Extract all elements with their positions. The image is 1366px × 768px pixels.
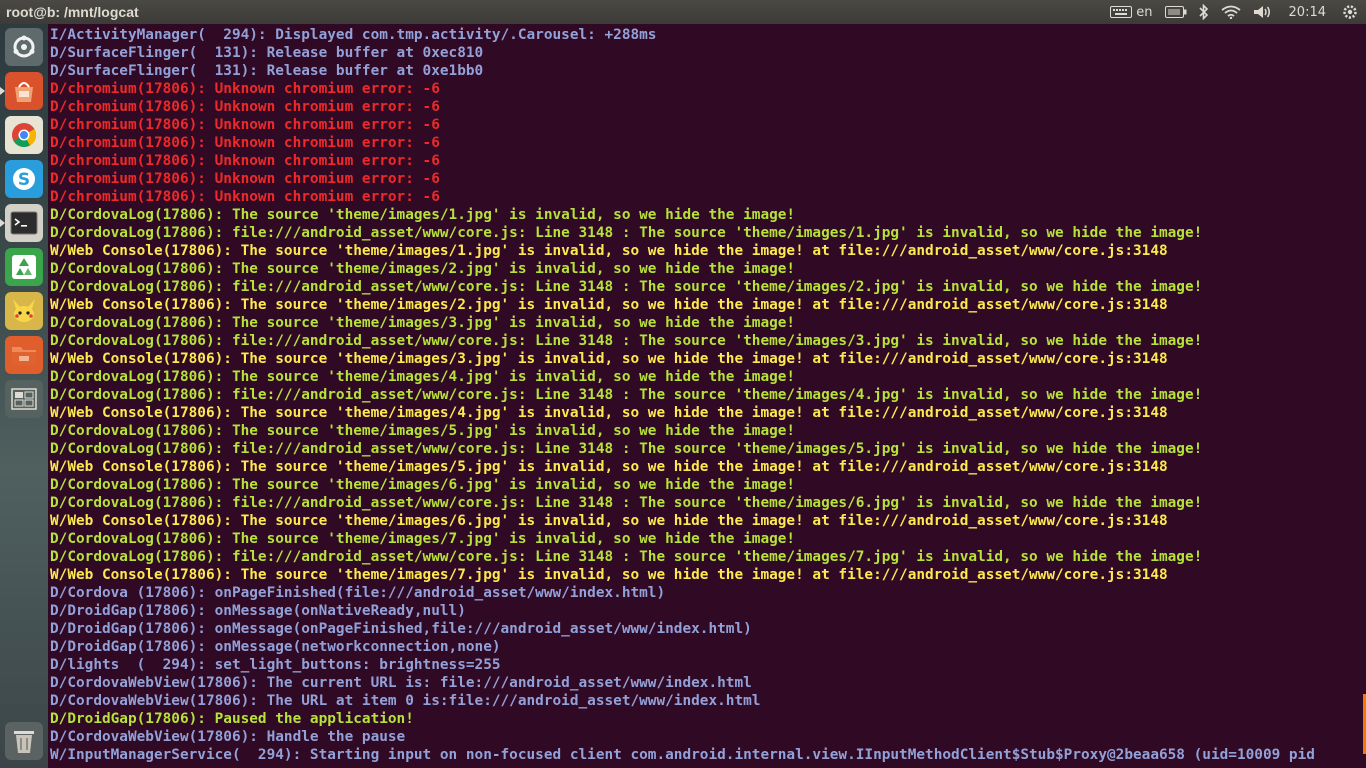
log-line: W/Web Console(17806): The source 'theme/… — [50, 351, 1168, 367]
log-line: D/SurfaceFlinger( 131): Release buffer a… — [50, 63, 484, 79]
keyboard-layout-indicator[interactable]: en — [1136, 0, 1152, 24]
log-line: D/CordovaWebView(17806): The current URL… — [50, 675, 752, 691]
log-line: I/ActivityManager( 294): Displayed com.t… — [50, 27, 657, 43]
log-line: D/CordovaWebView(17806): The URL at item… — [50, 693, 761, 709]
recycle-app-icon[interactable] — [5, 248, 43, 286]
dash-home-icon[interactable] — [5, 28, 43, 66]
keyboard-icon[interactable] — [1110, 0, 1133, 24]
session-gear-icon[interactable] — [1342, 0, 1358, 24]
battery-icon[interactable] — [1164, 0, 1187, 24]
terminal-icon[interactable] — [0, 204, 43, 242]
log-line: D/lights ( 294): set_light_buttons: brig… — [50, 657, 501, 673]
top-panel: root@b: /mnt/logcat en 20:14 — [0, 0, 1366, 24]
log-line: W/Web Console(17806): The source 'theme/… — [50, 567, 1168, 583]
volume-icon[interactable] — [1253, 0, 1273, 24]
log-line: D/CordovaLog(17806): file:///android_ass… — [50, 279, 1203, 295]
log-line: W/InputManagerService( 294): Starting in… — [50, 747, 1315, 763]
wifi-icon[interactable] — [1220, 0, 1241, 24]
svg-text:S: S — [18, 170, 30, 190]
files-folder-icon[interactable] — [5, 336, 43, 374]
software-center-icon[interactable] — [0, 72, 43, 110]
window-title: root@b: /mnt/logcat — [6, 4, 139, 20]
bluetooth-icon[interactable] — [1198, 0, 1209, 24]
log-line: D/Cordova (17806): onPageFinished(file:/… — [50, 585, 666, 601]
log-line: D/CordovaLog(17806): The source 'theme/i… — [50, 207, 796, 223]
launcher: S — [0, 24, 48, 768]
log-line: D/CordovaLog(17806): file:///android_ass… — [50, 495, 1203, 511]
log-line: D/CordovaWebView(17806): Handle the paus… — [50, 729, 406, 745]
log-line: D/SurfaceFlinger( 131): Release buffer a… — [50, 45, 484, 61]
log-line: D/CordovaLog(17806): The source 'theme/i… — [50, 261, 796, 277]
trash-icon[interactable] — [5, 722, 43, 760]
log-line: D/CordovaLog(17806): file:///android_ass… — [50, 333, 1203, 349]
log-line: D/CordovaLog(17806): The source 'theme/i… — [50, 423, 796, 439]
clock[interactable]: 20:14 — [1289, 0, 1326, 24]
log-line: D/chromium(17806): Unknown chromium erro… — [50, 189, 440, 205]
chrome-icon[interactable] — [5, 116, 43, 154]
terminal-window[interactable]: I/ActivityManager( 294): Displayed com.t… — [48, 24, 1366, 768]
log-line: D/DroidGap(17806): onMessage(onPageFinis… — [50, 621, 752, 637]
log-line: D/chromium(17806): Unknown chromium erro… — [50, 153, 440, 169]
log-line: D/CordovaLog(17806): The source 'theme/i… — [50, 315, 796, 331]
skype-icon[interactable]: S — [5, 160, 43, 198]
log-line: W/Web Console(17806): The source 'theme/… — [50, 243, 1168, 259]
log-line: D/DroidGap(17806): onMessage(networkconn… — [50, 639, 501, 655]
log-line: D/chromium(17806): Unknown chromium erro… — [50, 135, 440, 151]
log-line: W/Web Console(17806): The source 'theme/… — [50, 297, 1168, 313]
log-line: D/CordovaLog(17806): The source 'theme/i… — [50, 531, 796, 547]
log-line: W/Web Console(17806): The source 'theme/… — [50, 459, 1168, 475]
log-line: D/chromium(17806): Unknown chromium erro… — [50, 117, 440, 133]
pikachu-app-icon[interactable] — [5, 292, 43, 330]
log-line: D/chromium(17806): Unknown chromium erro… — [50, 171, 440, 187]
log-line: D/CordovaLog(17806): The source 'theme/i… — [50, 477, 796, 493]
log-line: D/DroidGap(17806): onMessage(onNativeRea… — [50, 603, 466, 619]
log-line: D/chromium(17806): Unknown chromium erro… — [50, 81, 440, 97]
workspace-switcher-icon[interactable] — [5, 380, 43, 418]
log-line: D/CordovaLog(17806): The source 'theme/i… — [50, 369, 796, 385]
indicator-area: en 20:14 — [1104, 0, 1366, 24]
log-line: W/Web Console(17806): The source 'theme/… — [50, 405, 1168, 421]
log-line: D/DroidGap(17806): Paused the applicatio… — [50, 711, 414, 727]
log-line: W/Web Console(17806): The source 'theme/… — [50, 513, 1168, 529]
log-line: D/CordovaLog(17806): file:///android_ass… — [50, 549, 1203, 565]
log-line: D/chromium(17806): Unknown chromium erro… — [50, 99, 440, 115]
log-line: D/CordovaLog(17806): file:///android_ass… — [50, 225, 1203, 241]
log-line: D/CordovaLog(17806): file:///android_ass… — [50, 387, 1203, 403]
log-line: D/CordovaLog(17806): file:///android_ass… — [50, 441, 1203, 457]
